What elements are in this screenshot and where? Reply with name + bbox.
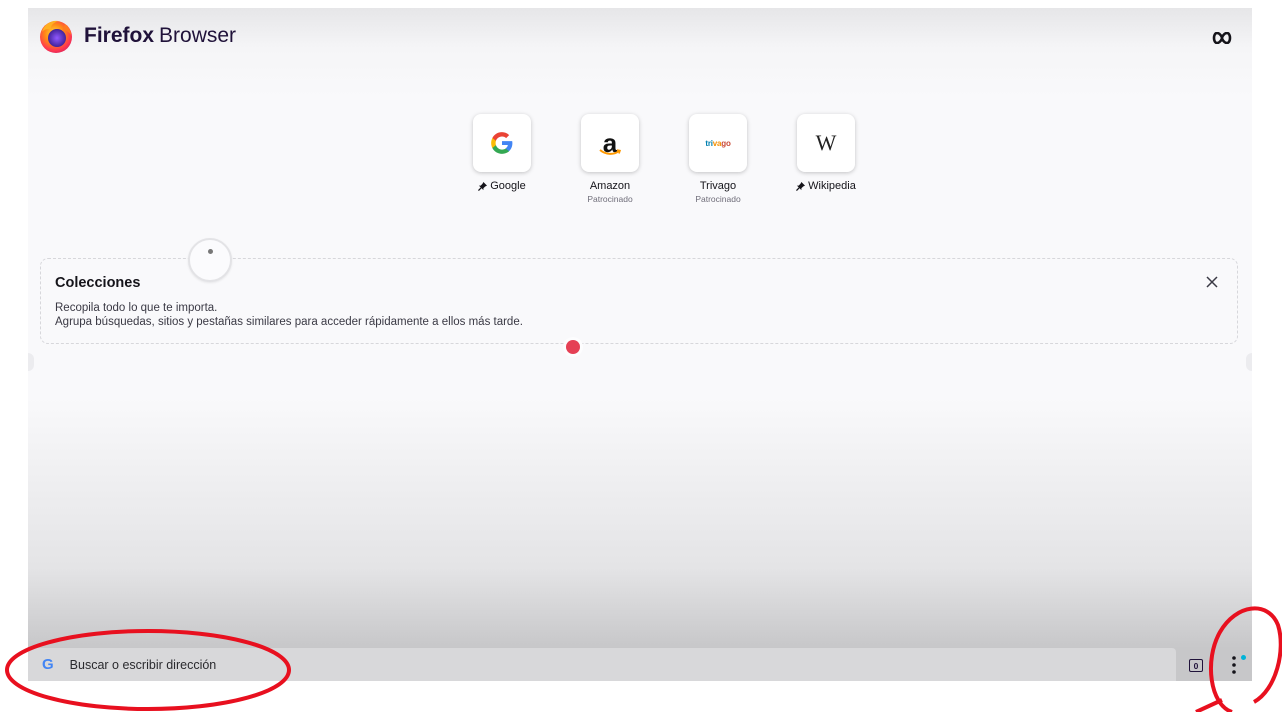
- address-bar[interactable]: G Buscar o escribir dirección: [28, 648, 1176, 681]
- top-site-label: Amazon: [589, 180, 631, 192]
- brand-name-bold: Firefox: [84, 24, 155, 47]
- search-engine-google-icon[interactable]: G: [42, 656, 54, 673]
- top-site-wikipedia[interactable]: W Wikipedia: [772, 114, 880, 204]
- pin-icon: [796, 181, 806, 191]
- collections-title: Colecciones: [55, 275, 141, 291]
- right-edge-handle: [1246, 353, 1252, 371]
- top-site-label: Wikipedia: [808, 180, 856, 192]
- firefox-icon: [40, 20, 72, 53]
- menu-notification-dot: [1241, 655, 1246, 660]
- amazon-a-icon: a: [595, 128, 625, 158]
- top-site-label: Google: [490, 180, 526, 192]
- address-placeholder: Buscar o escribir dirección: [69, 657, 217, 672]
- cursor-ring-indicator: [188, 238, 232, 282]
- top-site-google[interactable]: Google: [448, 114, 556, 204]
- collections-description: Recopila todo lo que te importa. Agrupa …: [55, 301, 523, 329]
- left-edge-handle: [28, 353, 34, 371]
- top-site-trivago[interactable]: trivago Trivago Patrocinado: [664, 114, 772, 204]
- collections-line-1: Recopila todo lo que te importa.: [55, 302, 218, 314]
- sponsored-label: Patrocinado: [695, 194, 741, 204]
- red-indicator-dot: [566, 340, 580, 354]
- infinity-mask-icon: [1212, 31, 1232, 45]
- collections-line-2: Agrupa búsquedas, sitios y pestañas simi…: [55, 316, 523, 328]
- top-site-label: Trivago: [699, 180, 737, 192]
- wikipedia-tile[interactable]: W: [797, 114, 855, 172]
- google-g-icon: [491, 132, 513, 154]
- brand-name-rest: Browser: [159, 24, 237, 47]
- google-tile[interactable]: [473, 114, 531, 172]
- top-site-amazon[interactable]: a Amazon Patrocinado: [556, 114, 664, 204]
- trivago-logo-icon: trivago: [705, 138, 731, 148]
- browser-viewport: Firefox Browser Google a Amazon Patrocin…: [28, 8, 1252, 681]
- amazon-tile[interactable]: a: [581, 114, 639, 172]
- cursor-ring-dot: [208, 249, 213, 254]
- tabs-counter-button[interactable]: 0: [1189, 659, 1203, 672]
- firefox-logo: Firefox Browser: [38, 18, 236, 54]
- close-icon[interactable]: [1201, 271, 1223, 293]
- wikipedia-w-icon: W: [815, 130, 837, 155]
- private-browsing-button[interactable]: [1212, 25, 1232, 49]
- annotation-arrow-stroke: [1195, 698, 1223, 712]
- trivago-tile[interactable]: trivago: [689, 114, 747, 172]
- sponsored-label: Patrocinado: [587, 194, 633, 204]
- tab-count: 0: [1193, 660, 1199, 671]
- top-sites: Google a Amazon Patrocinado trivago Triv…: [448, 114, 880, 204]
- pin-icon: [478, 181, 488, 191]
- bottom-toolbar: G Buscar o escribir dirección 0: [28, 640, 1252, 681]
